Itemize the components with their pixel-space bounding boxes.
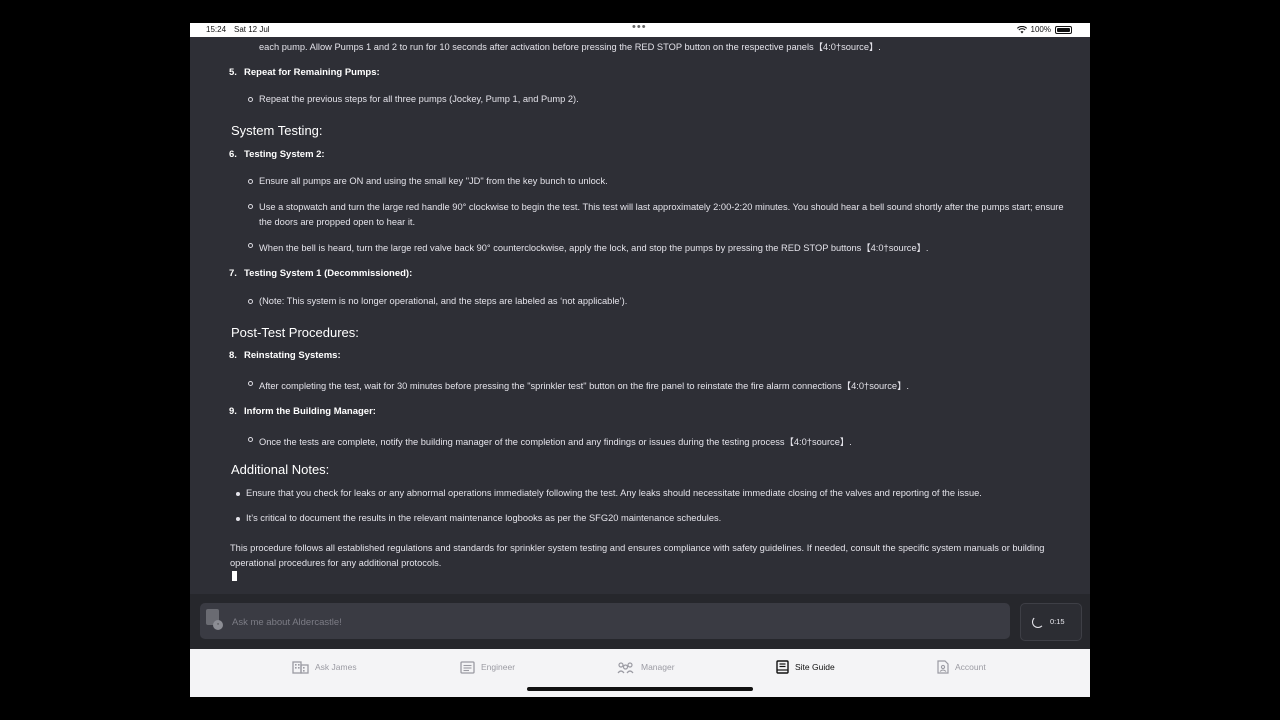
home-indicator[interactable] — [527, 687, 753, 691]
bullet-circle-icon — [248, 97, 253, 102]
loading-spinner-icon — [1032, 616, 1044, 628]
partial-text-top: each pump. Allow Pumps 1 and 2 to run fo… — [259, 42, 881, 52]
wifi-icon — [1016, 25, 1027, 33]
step-number: 6. — [229, 149, 237, 160]
step-title: Inform the Building Manager: — [244, 406, 376, 417]
step-title: Testing System 2: — [244, 149, 325, 160]
closing-paragraph: This procedure follows all established r… — [230, 543, 1045, 568]
tab-label: Manager — [641, 662, 675, 672]
status-time: 15:24 — [206, 25, 227, 34]
bullet-circle-icon — [248, 381, 253, 386]
step-title: Testing System 1 (Decommissioned): — [244, 268, 413, 279]
tab-label: Ask James — [315, 662, 357, 672]
step-bullet: Ensure all pumps are ON and using the sm… — [259, 176, 608, 186]
bottom-tab-bar: Ask James Engineer Manager Site Guide Ac… — [190, 649, 1090, 697]
tab-engineer[interactable]: Engineer — [460, 657, 515, 677]
note-item: Ensure that you check for leaks or any a… — [246, 488, 982, 498]
bullet-circle-icon — [248, 437, 253, 442]
chat-response[interactable]: each pump. Allow Pumps 1 and 2 to run fo… — [190, 37, 1090, 594]
response-timer[interactable]: 0:15 — [1020, 603, 1082, 641]
bullet-dot-icon — [236, 492, 240, 496]
section-heading: Post-Test Procedures: — [231, 325, 359, 340]
bullet-circle-icon — [248, 204, 253, 209]
section-heading: Additional Notes: — [231, 462, 330, 477]
typing-cursor — [232, 571, 237, 581]
step-bullet: After completing the test, wait for 30 m… — [259, 381, 909, 391]
attachment-badge-icon: ◦ — [213, 620, 223, 630]
book-icon — [776, 660, 789, 674]
message-input[interactable] — [230, 612, 994, 632]
tab-label: Account — [955, 662, 986, 672]
step-number: 7. — [229, 268, 237, 279]
tab-manager[interactable]: Manager — [616, 657, 675, 677]
bullet-circle-icon — [248, 179, 253, 184]
note-item: It’s critical to document the results in… — [246, 513, 722, 523]
status-date: Sat 12 Jul — [234, 25, 270, 34]
bullet-dot-icon — [236, 517, 240, 521]
manager-icon — [617, 661, 634, 673]
step-title: Repeat for Remaining Pumps: — [244, 67, 380, 78]
tab-site-guide[interactable]: Site Guide — [776, 657, 835, 677]
step-number: 8. — [229, 350, 237, 361]
engineer-icon — [460, 660, 475, 674]
account-icon — [937, 660, 949, 674]
step-number: 5. — [229, 67, 237, 78]
bullet-circle-icon — [248, 299, 253, 304]
composer-bar: ◦ 0:15 — [190, 594, 1090, 649]
step-bullet: Use a stopwatch and turn the large red h… — [259, 202, 1064, 227]
tab-ask-james[interactable]: Ask James — [292, 657, 357, 677]
ipad-screen: 15:24 Sat 12 Jul ••• 100% each pump. All… — [190, 23, 1090, 697]
building-icon — [292, 661, 309, 674]
tab-label: Site Guide — [795, 662, 835, 672]
step-bullet: (Note: This system is no longer operatio… — [259, 296, 628, 306]
status-right: 100% — [1016, 25, 1072, 34]
step-bullet: Repeat the previous steps for all three … — [259, 94, 579, 104]
step-title: Reinstating Systems: — [244, 350, 341, 361]
tab-account[interactable]: Account — [937, 657, 986, 677]
multitasking-dots-icon[interactable]: ••• — [632, 23, 647, 33]
tab-label: Engineer — [481, 662, 516, 672]
status-bar: 15:24 Sat 12 Jul ••• 100% — [190, 23, 1090, 37]
bullet-circle-icon — [248, 243, 253, 248]
step-bullet: When the bell is heard, turn the large r… — [259, 243, 929, 253]
battery-icon — [1055, 25, 1072, 34]
step-number: 9. — [229, 406, 237, 417]
section-heading: System Testing: — [231, 123, 323, 138]
step-bullet: Once the tests are complete, notify the … — [259, 437, 852, 447]
message-input-box[interactable]: ◦ — [200, 603, 1010, 639]
battery-percent: 100% — [1030, 25, 1051, 34]
timer-text: 0:15 — [1050, 617, 1065, 626]
